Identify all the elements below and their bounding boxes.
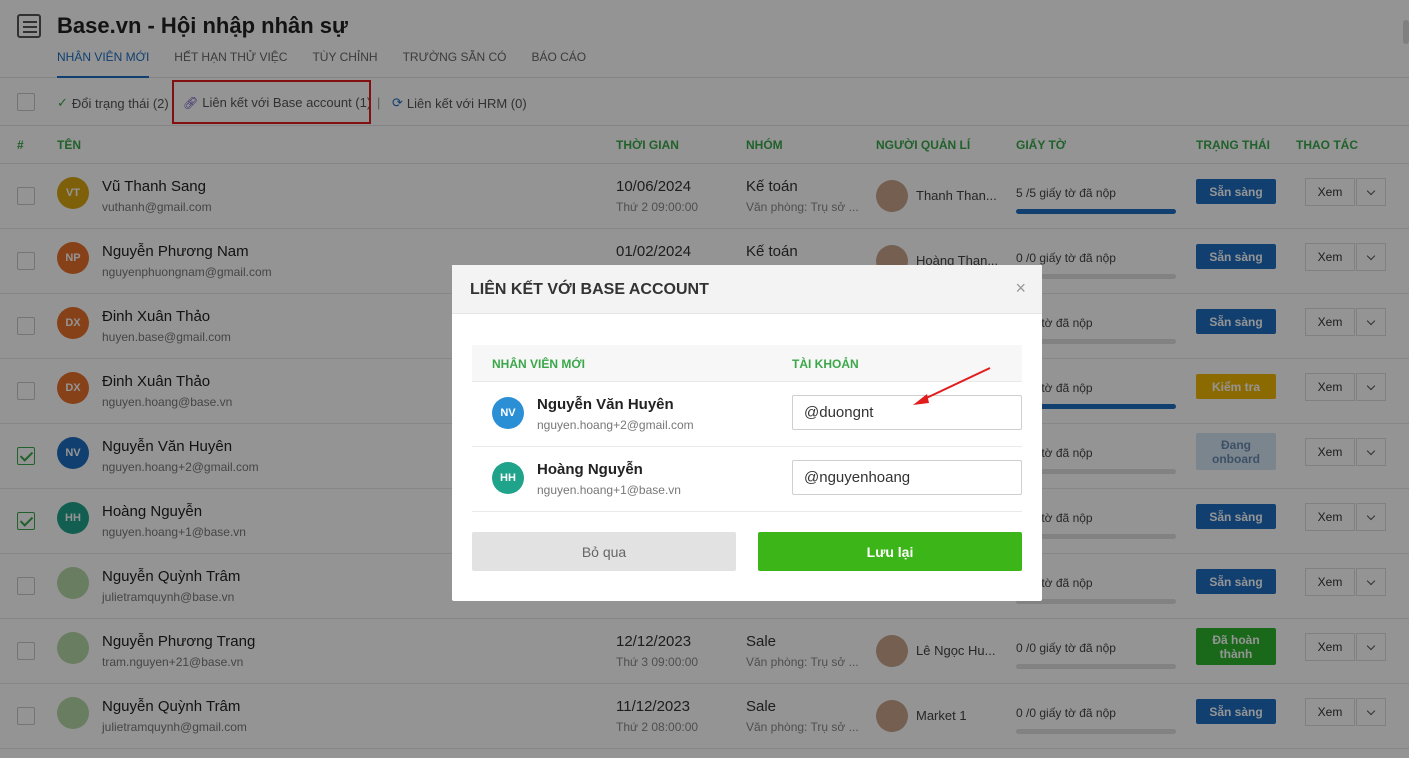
- annotation-arrow-icon: [913, 367, 991, 405]
- modal-row: HH Hoàng Nguyễn nguyen.hoang+1@base.vn: [472, 447, 1022, 512]
- employee-email: nguyen.hoang+1@base.vn: [537, 483, 681, 497]
- link-base-account-modal: LIÊN KẾT VỚI BASE ACCOUNT × NHÂN VIÊN MỚ…: [452, 265, 1042, 601]
- employee-name: Nguyễn Văn Huyên: [537, 396, 674, 413]
- skip-button[interactable]: Bỏ qua: [472, 532, 736, 571]
- employee-email: nguyen.hoang+2@gmail.com: [537, 418, 694, 432]
- avatar: NV: [492, 397, 524, 429]
- modal-title: LIÊN KẾT VỚI BASE ACCOUNT: [470, 281, 709, 298]
- avatar: HH: [492, 462, 524, 494]
- modal-col-account: TÀI KHOẢN: [792, 357, 859, 371]
- account-input[interactable]: [792, 460, 1022, 495]
- save-button[interactable]: Lưu lại: [758, 532, 1022, 571]
- close-icon[interactable]: ×: [1015, 278, 1026, 299]
- modal-col-employee: NHÂN VIÊN MỚI: [492, 357, 585, 371]
- modal-header: LIÊN KẾT VỚI BASE ACCOUNT ×: [452, 265, 1042, 314]
- employee-name: Hoàng Nguyễn: [537, 461, 643, 478]
